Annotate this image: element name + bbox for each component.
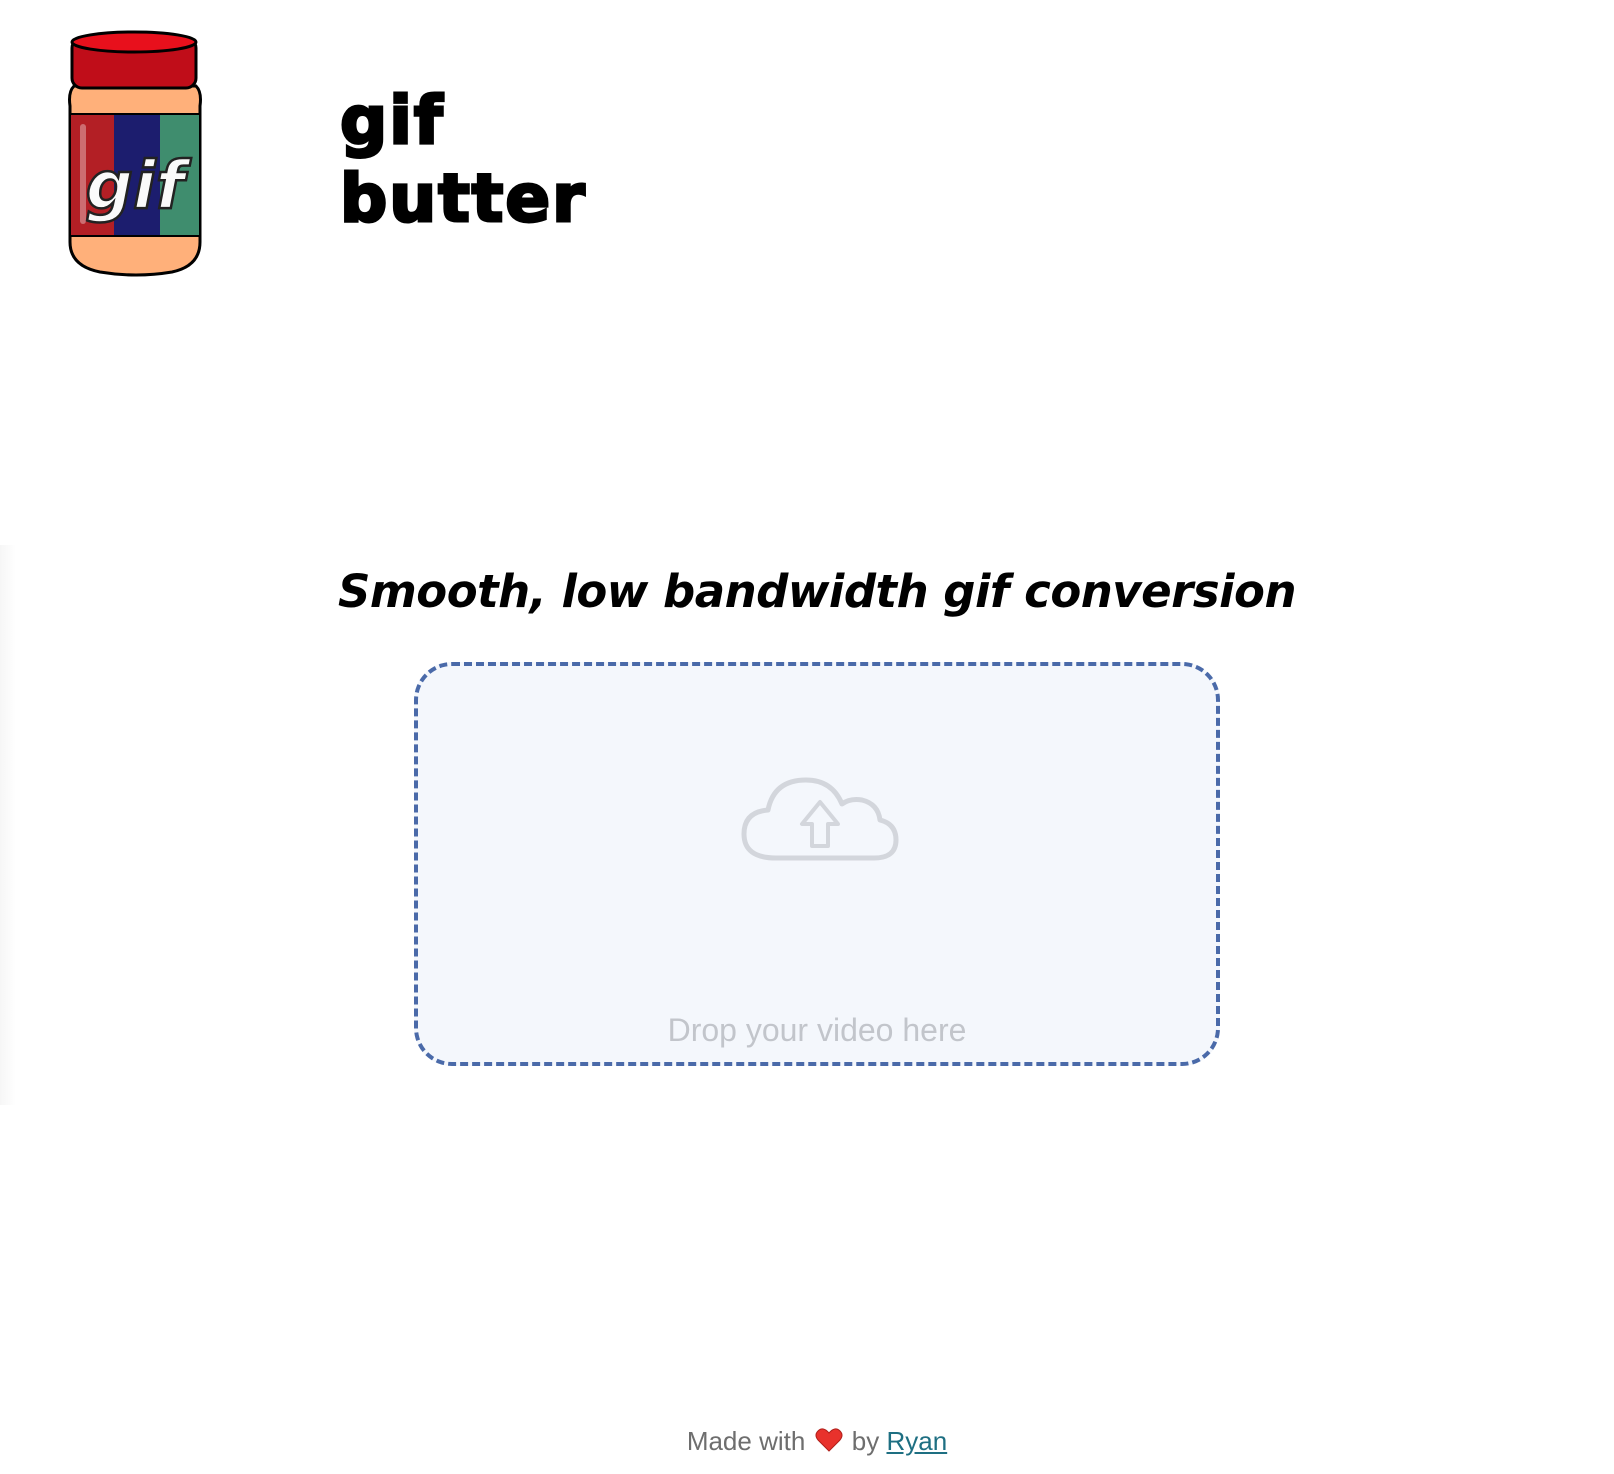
brand-line-1: gif xyxy=(339,81,445,161)
footer-by: by xyxy=(851,1426,880,1456)
footer-prefix: Made with xyxy=(686,1426,806,1456)
author-link[interactable]: Ryan xyxy=(886,1426,947,1456)
dropzone-label: Drop your video here xyxy=(667,1012,967,1048)
edge-shadow xyxy=(0,545,16,1105)
video-dropzone[interactable]: Drop your video here xyxy=(414,662,1220,1066)
gif-butter-jar-logo: gif xyxy=(68,30,202,277)
heart-icon xyxy=(815,1428,843,1452)
brand-line-2: butter xyxy=(339,159,587,239)
tagline: Smooth, low bandwidth gif conversion xyxy=(338,565,1296,618)
logo-text: gif xyxy=(86,147,192,224)
cloud-upload-icon xyxy=(741,777,899,861)
footer: Made with by Ryan xyxy=(0,1426,1614,1457)
header: gif gif butter xyxy=(0,0,1614,290)
brand-title: gif butter xyxy=(339,81,587,239)
